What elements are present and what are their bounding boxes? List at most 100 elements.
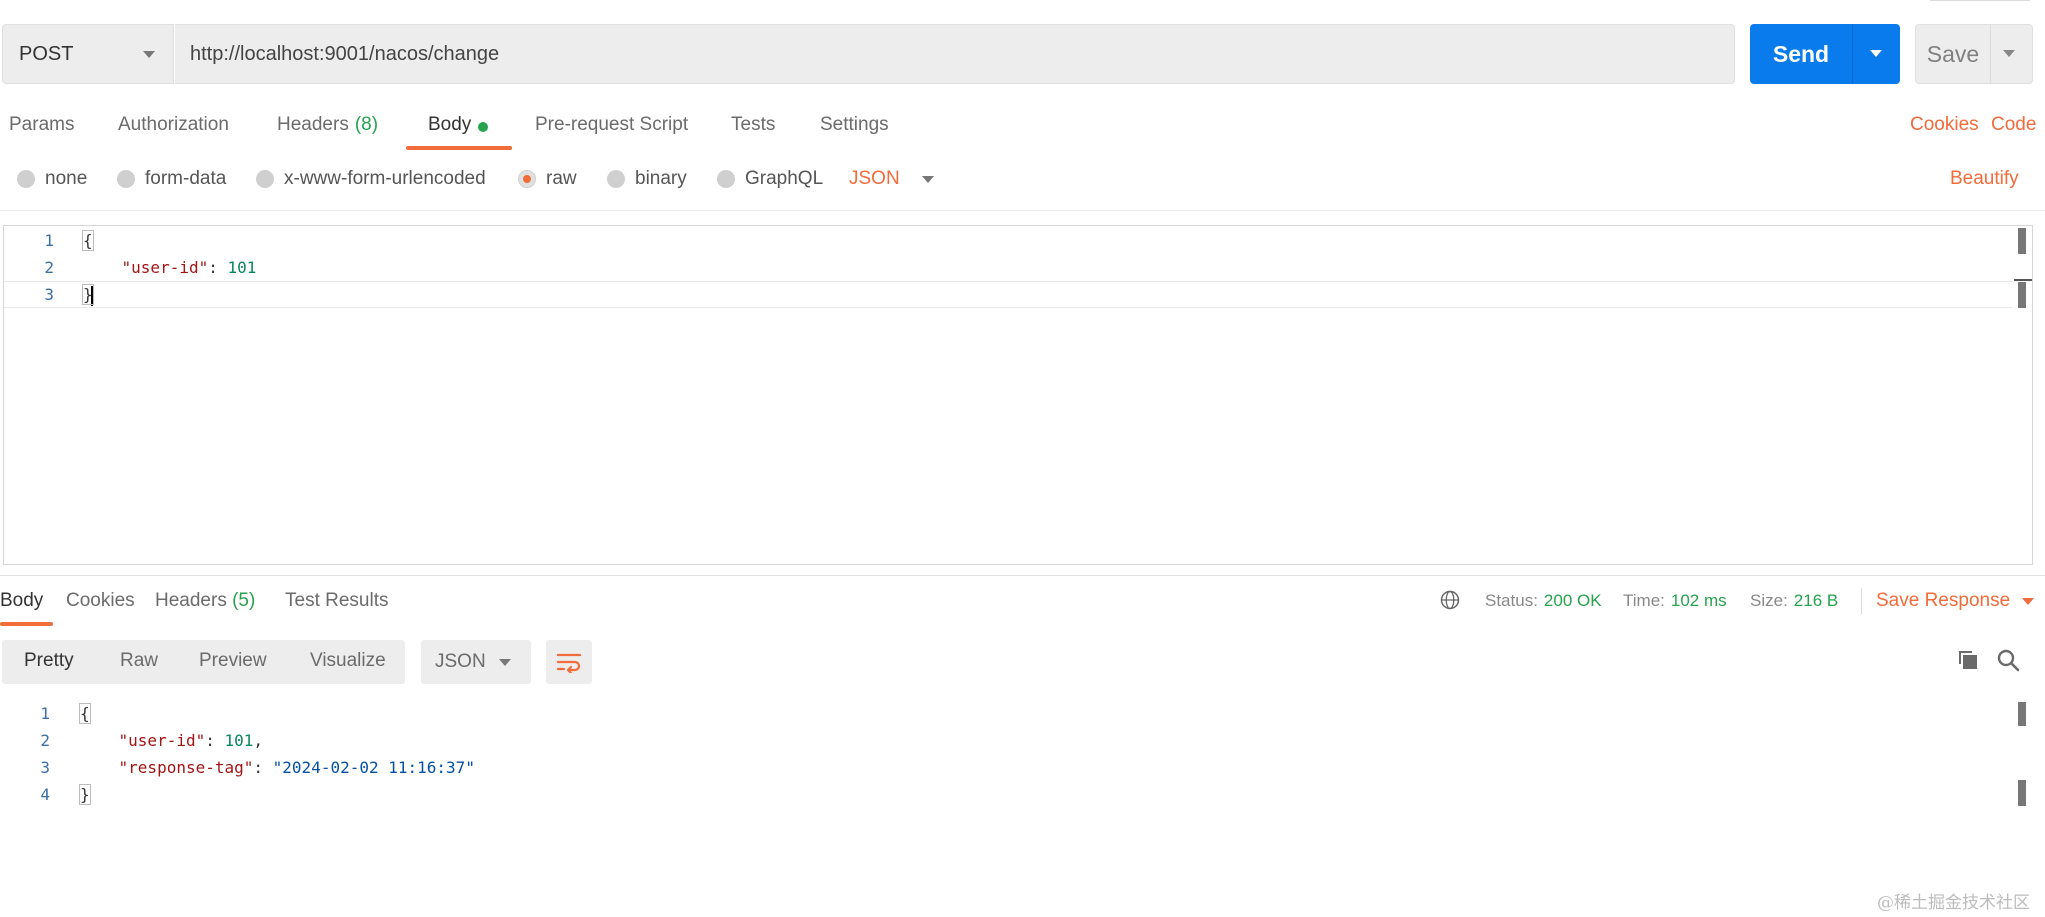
top-divider xyxy=(1930,0,2030,1)
tab-label: Body xyxy=(428,114,472,135)
json-key: "user-id" xyxy=(118,731,206,750)
send-label: Send xyxy=(1772,40,1830,67)
tab-response-body[interactable]: Body xyxy=(0,590,43,612)
tab-params[interactable]: Params xyxy=(9,108,74,150)
view-pretty-button[interactable]: Pretty xyxy=(24,650,74,672)
modified-dot-icon xyxy=(478,122,489,132)
copy-icon[interactable] xyxy=(1956,648,1980,672)
language-label: JSON xyxy=(849,168,900,189)
json-key: "user-id" xyxy=(121,258,209,277)
radio-label: GraphQL xyxy=(745,168,824,189)
request-tabs: Params Authorization Headers (8) Body Pr… xyxy=(0,108,2045,150)
body-type-selector: none form-data x-www-form-urlencoded raw… xyxy=(0,160,2045,200)
line-number: 3 xyxy=(44,285,54,304)
radio-label: form-data xyxy=(145,168,227,189)
divider xyxy=(0,575,2045,576)
radio-label: raw xyxy=(546,168,577,189)
tab-label: Authorization xyxy=(118,114,229,135)
line-number: 4 xyxy=(40,785,50,804)
response-language-select[interactable]: JSON xyxy=(421,640,531,684)
active-tab-indicator xyxy=(0,622,53,626)
json-number: 101 xyxy=(227,258,257,277)
tab-body[interactable]: Body xyxy=(428,108,489,150)
scrollbar-thumb[interactable] xyxy=(2018,282,2026,308)
tab-tests[interactable]: Tests xyxy=(731,108,775,150)
radio-circle xyxy=(607,170,625,188)
json-colon: : xyxy=(208,258,228,277)
radio-none[interactable]: none xyxy=(17,168,87,190)
code-line: 1 { xyxy=(0,700,2040,727)
time-value: 102 ms xyxy=(1670,591,1727,610)
method-select[interactable]: POST xyxy=(2,24,174,84)
json-string: "2024-02-02 11:16:37" xyxy=(272,758,475,777)
request-bar: POST http://localhost:9001/nacos/change … xyxy=(0,24,2045,84)
tab-test-results[interactable]: Test Results xyxy=(285,590,388,612)
line-number: 1 xyxy=(44,231,54,250)
chevron-down-icon xyxy=(143,51,155,58)
close-brace: } xyxy=(79,784,91,805)
radio-circle-selected xyxy=(518,170,536,188)
language-label: JSON xyxy=(435,651,486,672)
time-readout: Time: 102 ms xyxy=(1623,591,1727,611)
code-line: 3 "response-tag": "2024-02-02 11:16:37" xyxy=(0,754,2040,781)
json-key: "response-tag" xyxy=(118,758,254,777)
tab-authorization[interactable]: Authorization xyxy=(118,108,229,150)
globe-icon[interactable] xyxy=(1440,590,1460,610)
view-visualize-button[interactable]: Visualize xyxy=(310,650,386,672)
line-number: 3 xyxy=(40,758,50,777)
radio-label: none xyxy=(45,168,88,189)
save-response-button[interactable]: Save Response xyxy=(1876,590,2035,612)
scrollbar-thumb[interactable] xyxy=(2018,228,2026,254)
save-button[interactable]: Save xyxy=(1915,24,2033,84)
code-text: { xyxy=(82,227,94,254)
tab-pre-request-script[interactable]: Pre-request Script xyxy=(535,108,688,150)
tab-count: (5) xyxy=(232,590,256,611)
code-line: 4 } xyxy=(0,781,2040,808)
tab-response-headers[interactable]: Headers (5) xyxy=(155,590,255,612)
code-line: 3 } xyxy=(4,281,2032,308)
tab-label: Pre-request Script xyxy=(535,114,689,135)
scrollbar-thumb[interactable] xyxy=(2018,702,2026,726)
wrap-lines-icon xyxy=(556,653,582,673)
tab-headers[interactable]: Headers (8) xyxy=(277,108,378,150)
radio-form-data[interactable]: form-data xyxy=(117,168,226,190)
status-label: Status: xyxy=(1485,591,1538,610)
radio-circle xyxy=(17,170,35,188)
response-body-viewer[interactable]: 1 { 2 "user-id": 101, 3 "response-tag": … xyxy=(0,700,2040,917)
open-brace: { xyxy=(79,703,91,724)
radio-graphql[interactable]: GraphQL xyxy=(717,168,823,190)
radio-binary[interactable]: binary xyxy=(607,168,687,190)
save-options-button[interactable] xyxy=(1991,25,2032,83)
status-readout: Status: 200 OK xyxy=(1485,591,1602,611)
watermark-text: @稀土掘金技术社区 xyxy=(1877,893,2030,913)
radio-x-www-form-urlencoded[interactable]: x-www-form-urlencoded xyxy=(256,168,486,190)
send-button[interactable]: Send xyxy=(1750,24,1900,84)
chevron-down-icon xyxy=(2022,597,2035,605)
body-language-select[interactable]: JSON xyxy=(849,168,934,190)
wrap-lines-button[interactable] xyxy=(546,640,592,684)
code-link[interactable]: Code xyxy=(1991,114,2036,136)
request-body-editor[interactable]: 1 { 2 "user-id": 101 3 } xyxy=(3,225,2033,565)
url-input[interactable]: http://localhost:9001/nacos/change xyxy=(175,24,1735,84)
code-line: 2 "user-id": 101 xyxy=(4,254,2032,281)
vertical-divider xyxy=(1861,588,1862,614)
code-text: "user-id": 101 xyxy=(83,254,257,281)
tab-response-cookies[interactable]: Cookies xyxy=(66,590,135,612)
tab-settings[interactable]: Settings xyxy=(820,108,889,150)
search-icon[interactable] xyxy=(1996,648,2020,672)
cookies-link[interactable]: Cookies xyxy=(1910,114,1979,136)
code-text: "user-id": 101, xyxy=(118,731,264,750)
chevron-down-icon xyxy=(921,175,934,183)
scrollbar-thumb[interactable] xyxy=(2018,780,2026,806)
scrollbar-marker xyxy=(2014,279,2032,281)
beautify-link[interactable]: Beautify xyxy=(1950,168,2019,190)
radio-label: binary xyxy=(635,168,687,189)
radio-raw[interactable]: raw xyxy=(518,168,577,190)
save-label: Save xyxy=(1926,40,1980,67)
chevron-down-icon xyxy=(1870,50,1882,57)
tab-label: Settings xyxy=(820,114,889,135)
chevron-down-icon xyxy=(499,659,511,666)
view-preview-button[interactable]: Preview xyxy=(199,650,267,672)
send-options-button[interactable] xyxy=(1853,24,1900,84)
view-raw-button[interactable]: Raw xyxy=(120,650,158,672)
